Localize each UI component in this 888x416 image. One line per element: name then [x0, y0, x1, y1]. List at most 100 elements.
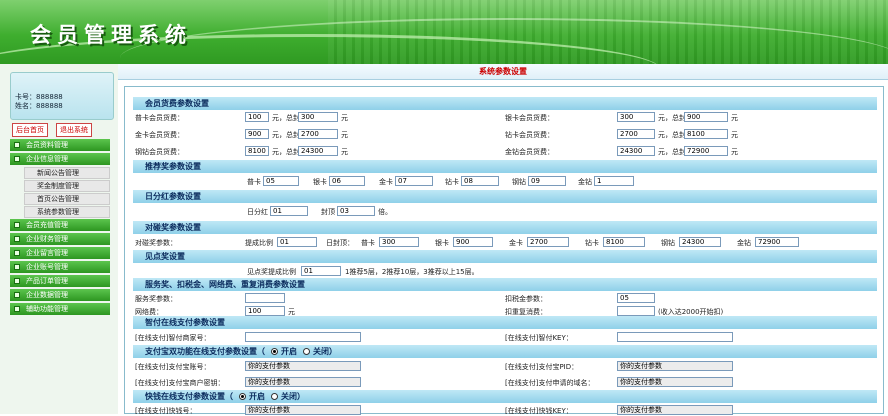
card-number: 卡号：888888 [15, 93, 63, 101]
fee-cap-input[interactable]: 8100 [684, 129, 728, 139]
fee-cap-input[interactable]: 72900 [684, 146, 728, 156]
zhifu-key-label: [在线支付]智付KEY： [505, 334, 573, 342]
pair-card-input[interactable]: 72900 [755, 237, 799, 247]
fee-label: 银卡会员货费： [505, 114, 554, 122]
pair-card-input[interactable]: 24300 [679, 237, 721, 247]
submenu-item-bonus[interactable]: 奖金制度管理 [24, 180, 110, 192]
section-header-fees: 会员货费参数设置 [133, 97, 877, 110]
fee-label: 金卡会员货费： [135, 131, 184, 139]
kuaiqian-off-label: 关闭 [281, 392, 297, 401]
alipay-secret-label: [在线支付]支付宝商户密钥： [135, 379, 225, 387]
pair-card-input[interactable]: 8100 [603, 237, 645, 247]
user-name: 姓名：888888 [15, 102, 63, 110]
zhifu-key-input[interactable] [617, 332, 733, 342]
section-header-recommend: 推荐奖参数设置 [133, 160, 877, 173]
fee-input[interactable]: 2700 [617, 129, 655, 139]
fee-cap-input[interactable]: 300 [298, 112, 338, 122]
fee-input[interactable]: 300 [617, 112, 655, 122]
alipay-secret-input[interactable]: 你的支付参数 [245, 377, 361, 387]
menu-item-label: 企业数据管理 [26, 291, 68, 299]
fee-input[interactable]: 8100 [245, 146, 269, 156]
pair-card-input[interactable]: 900 [453, 237, 493, 247]
alipay-on-radio[interactable] [271, 348, 278, 355]
recommend-input[interactable]: 06 [329, 176, 365, 186]
menu-item-label: 会员充值管理 [26, 221, 68, 229]
pair-card-label: 金卡 [509, 239, 523, 247]
sidebar-menu: 会员资料管理 企业信息管理 新闻公告管理 奖金制度管理 首页公告管理 系统参数管… [10, 139, 110, 317]
menu-item-label: 会员资料管理 [26, 141, 68, 149]
tax-input[interactable]: 05 [617, 293, 655, 303]
point-input[interactable]: 01 [301, 266, 341, 276]
menu-item-data[interactable]: 企业数据管理 [10, 289, 110, 301]
submenu-item-news[interactable]: 新闻公告管理 [24, 167, 110, 179]
pair-card-label: 金钻 [737, 239, 751, 247]
pair-ratio-label: 提成比例 [245, 239, 273, 247]
menu-square-icon [14, 250, 20, 256]
recommend-input[interactable]: 05 [263, 176, 299, 186]
recommend-label: 金卡 [379, 178, 393, 186]
fee-cap-input[interactable]: 2700 [298, 129, 338, 139]
section-header-kuaiqian: 快钱在线支付参数设置（ 开启 关闭） [133, 390, 877, 403]
recommend-input[interactable]: 08 [461, 176, 499, 186]
menu-item-messages[interactable]: 企业留言管理 [10, 247, 110, 259]
kuaiqian-on-radio[interactable] [239, 393, 246, 400]
daily-input[interactable]: 01 [270, 206, 308, 216]
home-button[interactable]: 后台首页 [12, 123, 48, 137]
logout-button[interactable]: 退出系统 [56, 123, 92, 137]
menu-item-label: 产品订单管理 [26, 277, 68, 285]
zhifu-merchant-input[interactable] [245, 332, 361, 342]
menu-item-finance[interactable]: 企业财务管理 [10, 233, 110, 245]
recommend-input[interactable]: 1 [594, 176, 634, 186]
menu-square-icon [14, 222, 20, 228]
fee-unit: 元 [341, 131, 348, 139]
alipay-off-radio[interactable] [303, 348, 310, 355]
menu-item-members[interactable]: 会员资料管理 [10, 139, 110, 151]
pair-label: 对碰奖参数： [135, 239, 177, 247]
fee-label: 普卡会员货费： [135, 114, 184, 122]
submenu-item-home-notice[interactable]: 首页公告管理 [24, 193, 110, 205]
point-note: 1推荐5层，2推荐10层，3推荐以上15层。 [345, 268, 479, 276]
page-title: 系统参数设置 [118, 64, 888, 80]
menu-item-orders[interactable]: 产品订单管理 [10, 275, 110, 287]
fee-unit: 元 [341, 114, 348, 122]
menu-square-icon [14, 156, 20, 162]
alipay-pid-input[interactable]: 你的支付参数 [617, 361, 733, 371]
pair-cap-label: 日封顶： [326, 239, 354, 247]
menu-square-icon [14, 306, 20, 312]
recommend-label: 钻卡 [445, 178, 459, 186]
app-header: 会员管理系统 [0, 0, 888, 64]
fee-input[interactable]: 900 [245, 129, 269, 139]
menu-item-label: 辅助功能管理 [26, 305, 68, 313]
fee-input[interactable]: 100 [245, 112, 269, 122]
network-fee-input[interactable]: 100 [245, 306, 285, 316]
kuaiqian-close-paren: ） [297, 392, 305, 401]
kuaiqian-off-radio[interactable] [271, 393, 278, 400]
menu-item-aux[interactable]: 辅助功能管理 [10, 303, 110, 315]
fee-input[interactable]: 24300 [617, 146, 655, 156]
zhifu-merchant-label: [在线支付]智付商家号： [135, 334, 211, 342]
fee-cap-input[interactable]: 900 [684, 112, 728, 122]
submenu-item-system-params[interactable]: 系统参数管理 [24, 206, 110, 218]
recommend-input[interactable]: 09 [528, 176, 566, 186]
section-header-alipay: 支付宝双功能在线支付参数设置（ 开启 关闭） [133, 345, 877, 358]
pair-ratio-input[interactable]: 01 [277, 237, 317, 247]
fee-unit: 元 [731, 148, 738, 156]
pair-card-label: 钢钻 [661, 239, 675, 247]
alipay-account-input[interactable]: 你的支付参数 [245, 361, 361, 371]
alipay-off-label: 关闭 [313, 347, 329, 356]
pair-card-label: 普卡 [361, 239, 375, 247]
section-header-point: 见点奖设置 [133, 250, 877, 263]
menu-item-accounts[interactable]: 企业账号管理 [10, 261, 110, 273]
recommend-input[interactable]: 07 [395, 176, 433, 186]
menu-item-company-info[interactable]: 企业信息管理 [10, 153, 110, 165]
fee-cap-input[interactable]: 24300 [298, 146, 338, 156]
alipay-domain-input[interactable]: 你的支付参数 [617, 377, 733, 387]
alipay-pid-label: [在线支付]支付宝PID： [505, 363, 579, 371]
daily-cap-input[interactable]: 03 [337, 206, 375, 216]
repeat-consume-input[interactable] [617, 306, 655, 316]
menu-item-recharge[interactable]: 会员充值管理 [10, 219, 110, 231]
pair-card-input[interactable]: 2700 [527, 237, 569, 247]
fee-label: 金钻会员货费： [505, 148, 554, 156]
service-input[interactable] [245, 293, 285, 303]
pair-card-input[interactable]: 300 [379, 237, 419, 247]
